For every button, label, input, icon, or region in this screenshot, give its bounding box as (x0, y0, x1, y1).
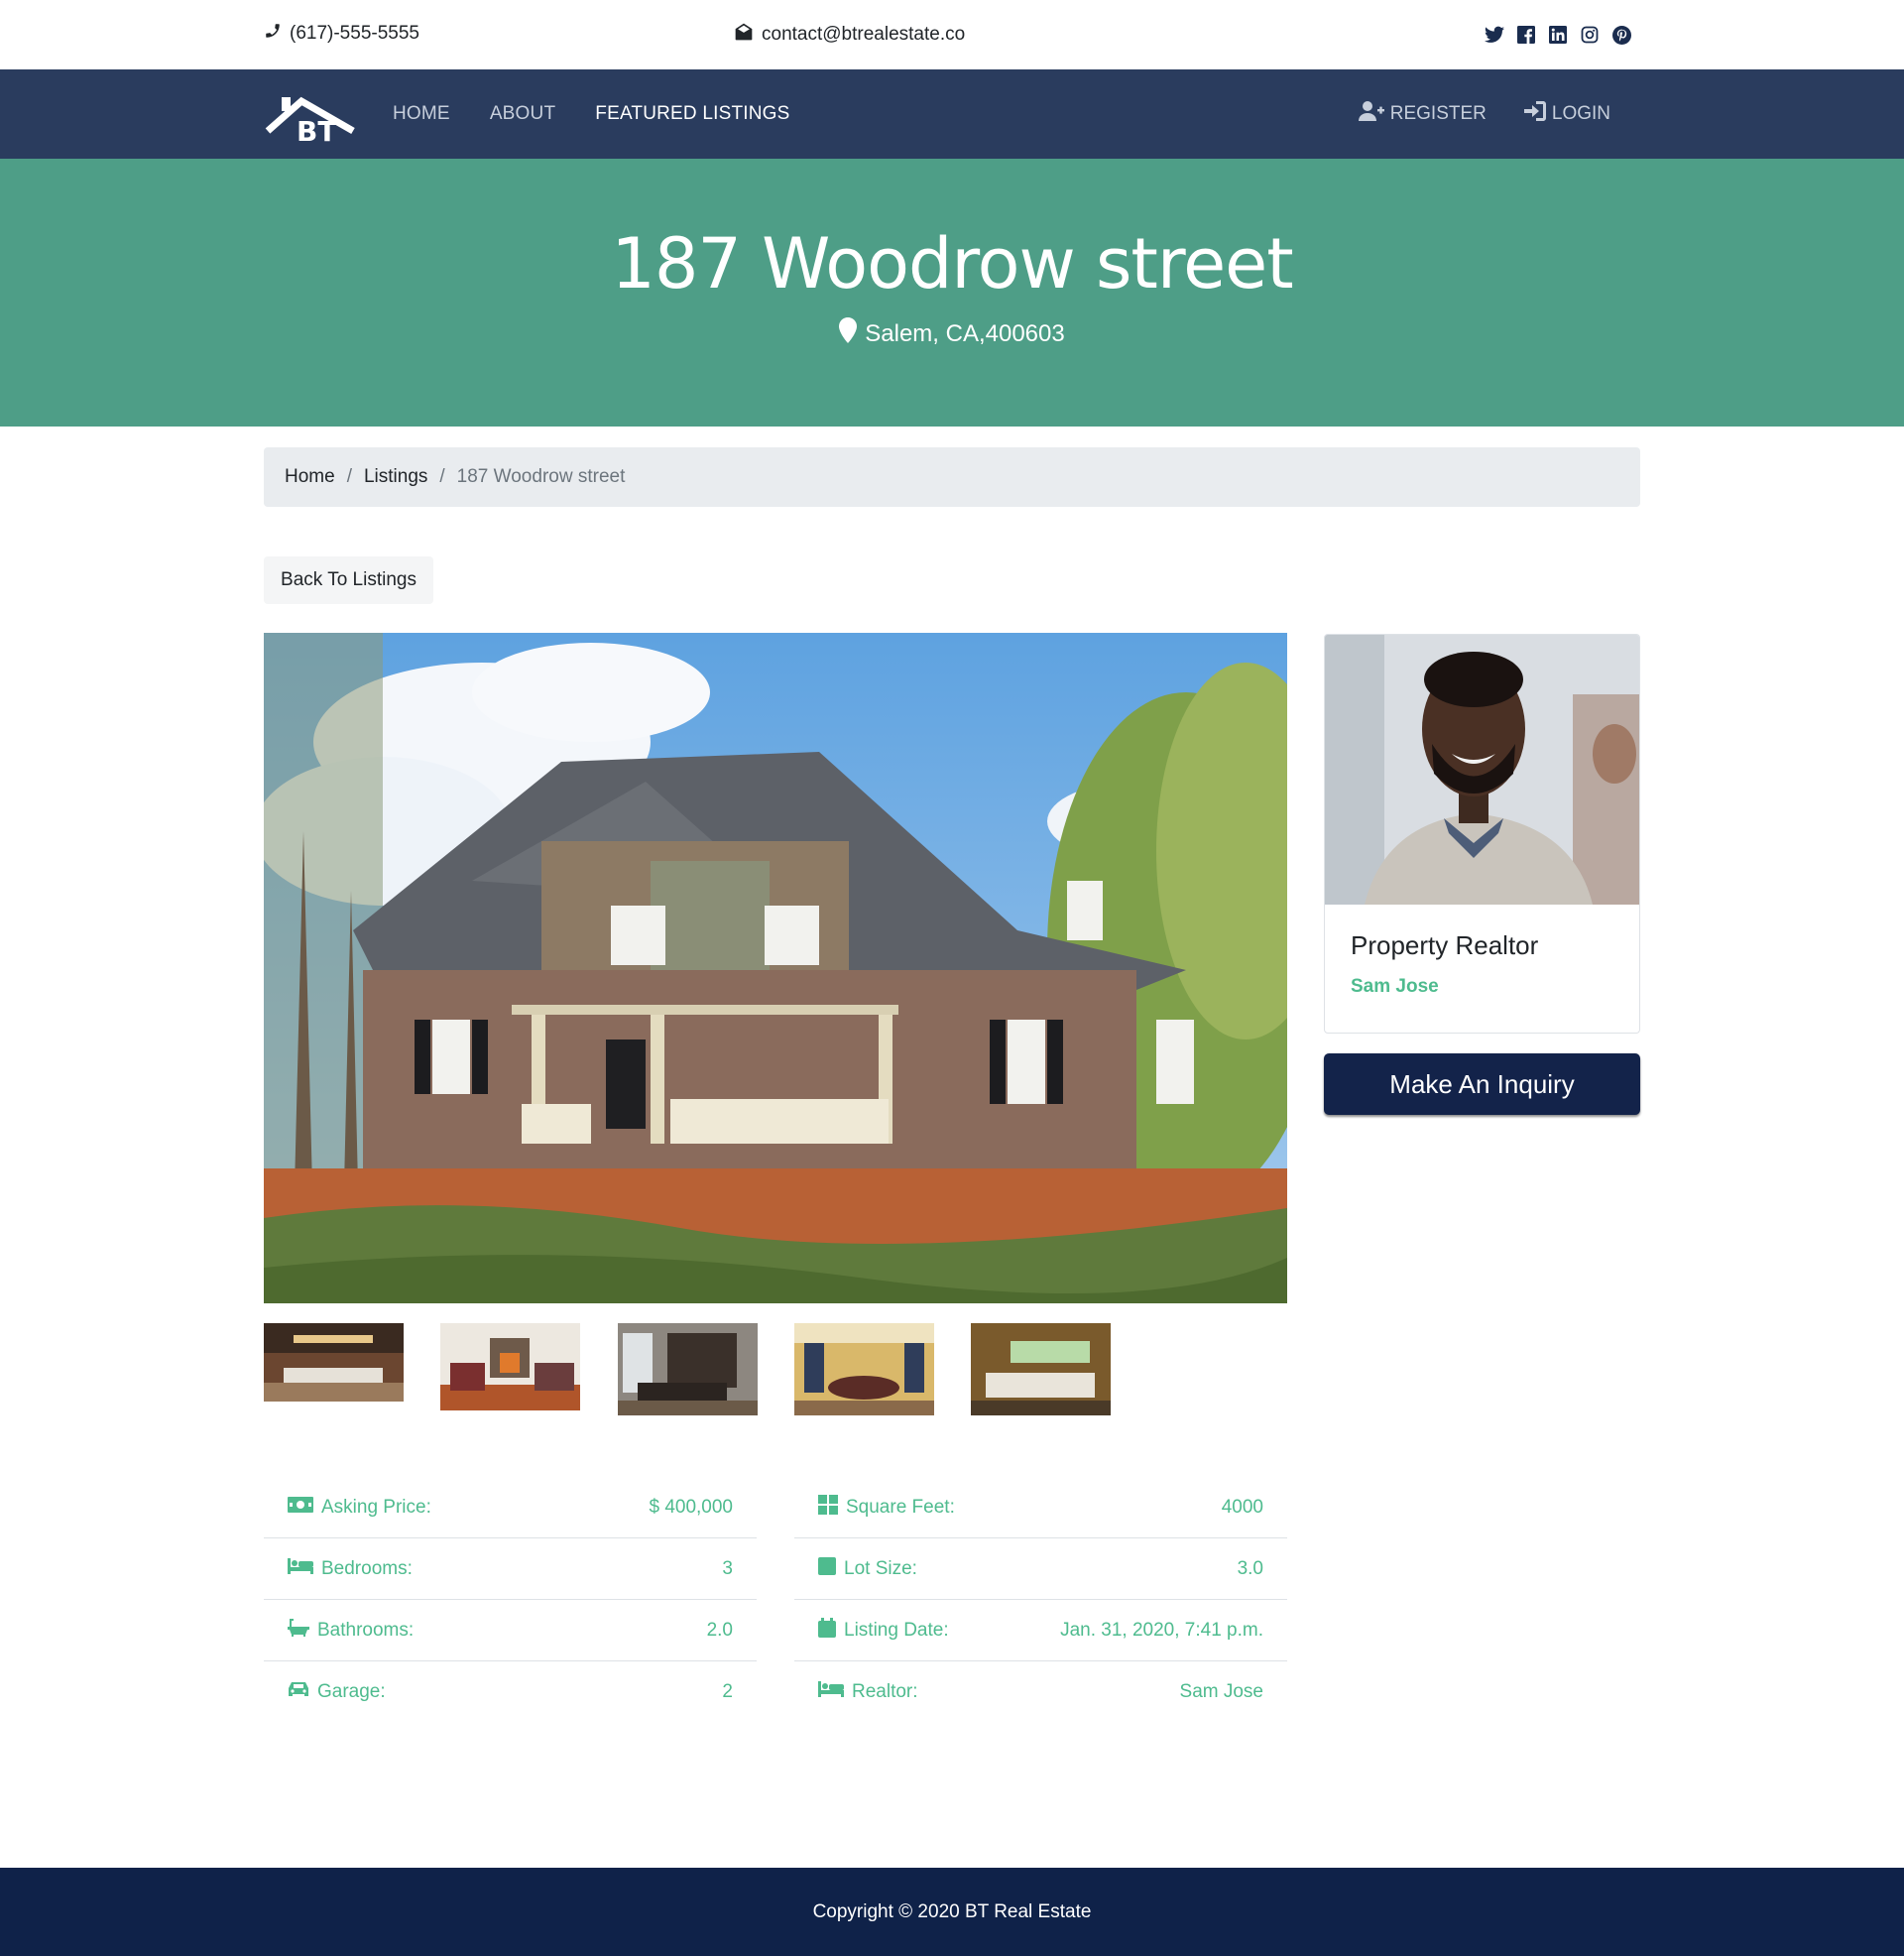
social-links (1484, 24, 1632, 46)
detail-row-listing-date: Listing Date: Jan. 31, 2020, 7:41 p.m. (794, 1600, 1287, 1661)
thumbnail-photo[interactable] (618, 1323, 758, 1415)
detail-value: 2 (722, 1681, 733, 1702)
pinterest-icon[interactable] (1610, 24, 1632, 46)
make-inquiry-button[interactable]: Make An Inquiry (1324, 1053, 1640, 1115)
envelope-open-icon (734, 22, 754, 48)
nav-link-featured-listings[interactable]: FEATURED LISTINGS (595, 103, 789, 125)
page-footer: Copyright © 2020 BT Real Estate (0, 1868, 1904, 1956)
listing-title: 187 Woodrow street (611, 223, 1293, 305)
phone-icon (264, 22, 282, 46)
detail-row-asking-price: Asking Price: $ 400,000 (264, 1477, 757, 1538)
detail-value: 3 (722, 1557, 733, 1579)
breadcrumb: Home / Listings / 187 Woodrow street (264, 447, 1640, 507)
primary-nav: HOME ABOUT FEATURED LISTINGS (393, 69, 790, 159)
phone-number: (617)-555-5555 (290, 23, 419, 44)
back-to-listings-button[interactable]: Back To Listings (264, 556, 433, 604)
details-column-right: Square Feet: 4000 Lot Size: 3.0 Listing … (794, 1477, 1287, 1723)
nav-link-about[interactable]: ABOUT (490, 103, 555, 125)
nav-link-home[interactable]: HOME (393, 103, 450, 125)
top-contact-bar: (617)-555-5555 contact@btrealestate.co (0, 0, 1904, 69)
detail-label: Square Feet: (846, 1496, 955, 1518)
user-plus-icon (1358, 101, 1384, 127)
detail-label: Garage: (317, 1681, 386, 1702)
detail-value: Jan. 31, 2020, 7:41 p.m. (1060, 1619, 1263, 1641)
bed-icon (288, 1557, 313, 1580)
detail-value: 3.0 (1237, 1557, 1263, 1579)
facebook-icon[interactable] (1515, 24, 1537, 46)
realtor-title: Property Realtor (1351, 930, 1539, 960)
main-listing-photo (264, 633, 1287, 1303)
breadcrumb-listings[interactable]: Listings (364, 466, 427, 488)
bed-icon (818, 1681, 844, 1703)
detail-row-realtor: Realtor: Sam Jose (794, 1661, 1287, 1723)
thumbnail-photo[interactable] (794, 1323, 934, 1415)
location-text: Salem, CA,400603 (865, 319, 1065, 347)
linkedin-icon[interactable] (1547, 24, 1569, 46)
grid-icon (818, 1494, 838, 1521)
realtor-photo (1325, 635, 1639, 905)
thumbnail-photo[interactable] (440, 1323, 580, 1410)
detail-label: Bathrooms: (317, 1619, 415, 1641)
twitter-icon[interactable] (1484, 24, 1505, 46)
listing-hero: 187 Woodrow street Salem, CA,400603 (0, 159, 1904, 427)
email-address: contact@btrealestate.co (762, 24, 966, 45)
details-column-left: Asking Price: $ 400,000 Bedrooms: 3 Bath… (264, 1477, 757, 1723)
detail-label: Lot Size: (844, 1557, 917, 1579)
car-icon (288, 1680, 309, 1704)
auth-nav: REGISTER LOGIN (1358, 69, 1610, 159)
square-icon (818, 1556, 836, 1581)
copyright-text: Copyright © 2020 BT Real Estate (812, 1900, 1092, 1922)
breadcrumb-home[interactable]: Home (285, 466, 335, 488)
sign-in-icon (1523, 101, 1546, 127)
bath-icon (288, 1618, 309, 1643)
breadcrumb-separator: / (346, 466, 352, 487)
email-contact: contact@btrealestate.co (734, 22, 965, 48)
listing-location: Salem, CA,400603 (0, 317, 1904, 350)
detail-row-bathrooms: Bathrooms: 2.0 (264, 1600, 757, 1661)
detail-row-square-feet: Square Feet: 4000 (794, 1477, 1287, 1538)
bt-logo[interactable]: BT (264, 87, 359, 148)
breadcrumb-current: 187 Woodrow street (456, 466, 626, 487)
detail-label: Listing Date: (844, 1619, 949, 1641)
logo-text: BT (297, 115, 336, 143)
money-icon (288, 1496, 313, 1519)
breadcrumb-separator: / (439, 466, 445, 487)
detail-row-garage: Garage: 2 (264, 1661, 757, 1723)
detail-row-bedrooms: Bedrooms: 3 (264, 1538, 757, 1600)
register-label: REGISTER (1389, 103, 1487, 124)
thumbnail-photo[interactable] (264, 1323, 404, 1402)
instagram-icon[interactable] (1579, 24, 1601, 46)
detail-label: Realtor: (852, 1681, 918, 1702)
map-marker-icon (839, 317, 858, 350)
realtor-card: Property Realtor Sam Jose (1324, 634, 1640, 1034)
thumbnail-photo[interactable] (971, 1323, 1111, 1415)
detail-value: 2.0 (706, 1619, 733, 1641)
detail-row-lot-size: Lot Size: 3.0 (794, 1538, 1287, 1600)
detail-value: 4000 (1221, 1496, 1263, 1518)
login-link[interactable]: LOGIN (1523, 101, 1610, 127)
phone-contact: (617)-555-5555 (264, 22, 419, 46)
detail-value: $ 400,000 (649, 1496, 733, 1518)
main-navbar: BT HOME ABOUT FEATURED LISTINGS REGISTER… (0, 69, 1904, 159)
detail-value: Sam Jose (1179, 1681, 1263, 1702)
detail-label: Asking Price: (321, 1496, 431, 1518)
login-label: LOGIN (1551, 103, 1610, 124)
realtor-name[interactable]: Sam Jose (1351, 976, 1439, 998)
detail-label: Bedrooms: (321, 1557, 413, 1579)
register-link[interactable]: REGISTER (1358, 101, 1487, 127)
calendar-icon (818, 1617, 836, 1644)
